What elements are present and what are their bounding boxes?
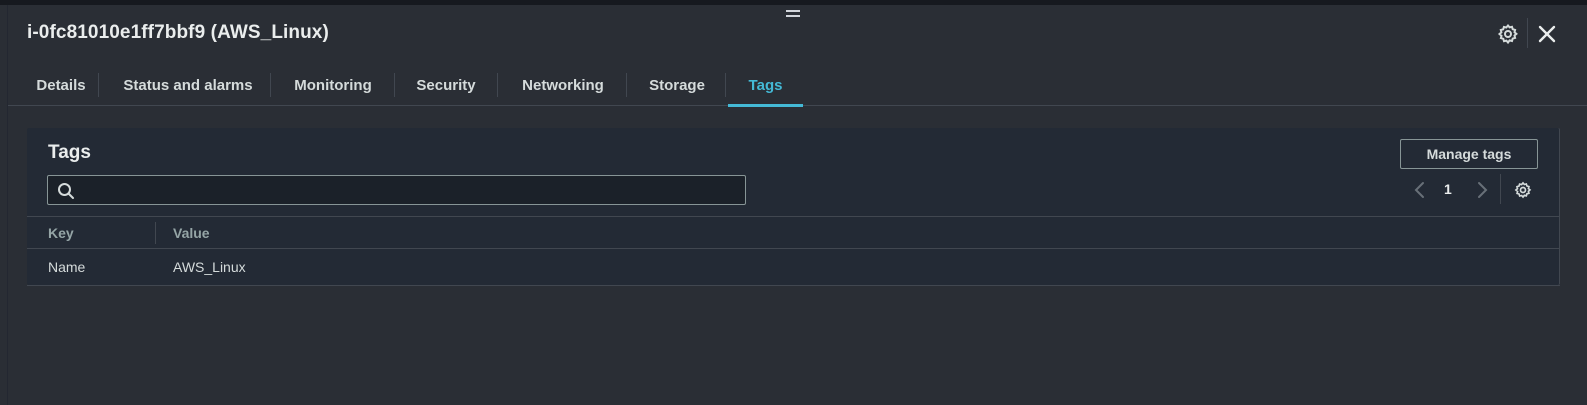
tab-storage[interactable]: Storage: [643, 66, 711, 105]
header-divider: [1527, 18, 1528, 48]
tab-divider: [497, 73, 498, 97]
tab-networking[interactable]: Networking: [514, 66, 612, 105]
tab-divider: [394, 73, 395, 97]
previous-page-icon[interactable]: [1412, 181, 1428, 199]
gear-icon[interactable]: [1496, 22, 1520, 46]
close-icon[interactable]: [1535, 22, 1559, 46]
search-input[interactable]: [82, 176, 737, 204]
column-header-key[interactable]: Key: [48, 225, 74, 241]
tab-tags[interactable]: Tags: [728, 66, 803, 107]
tags-panel-title: Tags: [48, 142, 91, 163]
pagination-divider: [1500, 174, 1501, 204]
table-preferences-gear-icon[interactable]: [1513, 180, 1533, 200]
panel-bottom-border: [27, 285, 1560, 286]
tab-bar: Details Status and alarms Monitoring Sec…: [8, 66, 1587, 107]
table-row: Name AWS_Linux: [27, 249, 1559, 284]
column-divider[interactable]: [155, 222, 156, 244]
table-header: Key Value: [27, 216, 1559, 249]
next-page-icon[interactable]: [1474, 181, 1490, 199]
manage-tags-button[interactable]: Manage tags: [1400, 139, 1538, 169]
tag-key-cell: Name: [48, 259, 86, 275]
instance-details-pane: i-0fc81010e1ff7bbf9 (AWS_Linux) Details …: [0, 0, 1587, 405]
top-divider: [0, 0, 1587, 5]
tab-divider: [626, 73, 627, 97]
search-icon: [57, 182, 75, 200]
tags-panel: Tags Manage tags 1 Key Value Name AWS_Li…: [27, 128, 1560, 285]
tab-details[interactable]: Details: [27, 66, 95, 105]
column-header-value[interactable]: Value: [173, 225, 210, 241]
tag-search: [47, 175, 746, 205]
tag-value-cell: AWS_Linux: [173, 259, 246, 275]
tab-divider: [725, 73, 726, 97]
tab-security[interactable]: Security: [411, 66, 481, 105]
page-title: i-0fc81010e1ff7bbf9 (AWS_Linux): [27, 22, 329, 43]
current-page-number[interactable]: 1: [1444, 181, 1452, 197]
tab-status-and-alarms[interactable]: Status and alarms: [114, 66, 262, 105]
tab-divider: [270, 73, 271, 97]
left-divider: [0, 5, 8, 405]
tab-divider: [98, 73, 99, 97]
resize-handle-icon[interactable]: [786, 10, 800, 20]
tab-monitoring[interactable]: Monitoring: [287, 66, 379, 105]
